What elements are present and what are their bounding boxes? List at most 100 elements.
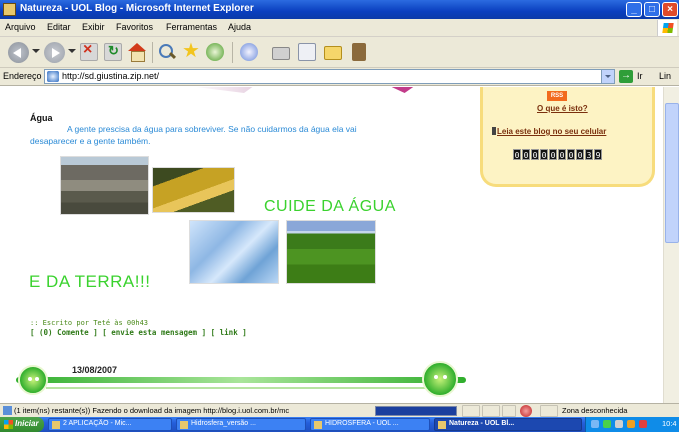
taskbar-item-label: HIDROSFERA - UOL ... (325, 420, 399, 427)
photo-garbage-dump (60, 156, 149, 215)
photo-river (152, 167, 235, 213)
minimize-button[interactable]: _ (626, 2, 642, 17)
volume-icon[interactable] (615, 420, 623, 428)
header-decoration (383, 87, 419, 93)
taskbar-item[interactable]: 2 APLICAÇÃO - Mic... (48, 418, 172, 431)
antivirus-icon[interactable] (627, 420, 635, 428)
folder-icon[interactable] (324, 46, 342, 60)
messenger-tray-icon[interactable] (603, 420, 611, 428)
rss-button[interactable]: RSS (547, 91, 567, 101)
print-icon[interactable] (272, 47, 290, 60)
links-bracket: ] [ (88, 328, 112, 337)
vertical-scrollbar[interactable] (663, 87, 679, 403)
alien-face-icon (422, 361, 458, 397)
taskbar-item-label: Natureza - UOL Bl... (449, 420, 515, 427)
forward-dropdown-icon[interactable] (68, 49, 76, 57)
post-title: Água (30, 113, 53, 123)
menu-editar[interactable]: Editar (47, 22, 71, 32)
mobile-phone-icon (492, 127, 496, 135)
toolbar-separator (232, 42, 233, 63)
word-icon (180, 421, 188, 429)
mobile-blog-link[interactable]: Leia este blog no seu celular (497, 127, 606, 136)
address-input[interactable]: http://sd.giustina.zip.net/ (44, 69, 615, 84)
date-banner: 13/08/2007 (16, 357, 466, 403)
counter-digit: 0 (567, 149, 575, 160)
go-button[interactable]: Ir (637, 71, 643, 81)
counter-digit: 0 (576, 149, 584, 160)
banner-ribbon (46, 387, 426, 389)
status-cell (540, 405, 558, 417)
status-cell (462, 405, 480, 417)
refresh-icon[interactable] (104, 43, 122, 61)
alert-icon[interactable] (639, 420, 647, 428)
post-links: [ (0) Comente ] [ envie esta mensagem ] … (30, 328, 247, 337)
send-message-link[interactable]: envie esta mensagem (111, 328, 197, 337)
scrollbar-thumb[interactable] (665, 103, 679, 243)
history-icon[interactable] (206, 43, 224, 61)
start-button[interactable]: Iniciar (0, 417, 44, 432)
word-icon (52, 421, 60, 429)
network-icon[interactable] (591, 420, 599, 428)
taskbar-item-label: Hidrosfera_versão ... (191, 420, 256, 427)
permalink-link[interactable]: link (220, 328, 238, 337)
title-bar: Natureza - UOL Blog - Microsoft Internet… (0, 0, 679, 19)
page-loading-icon (3, 406, 12, 415)
security-zone-icon (520, 405, 532, 417)
address-dropdown-icon[interactable] (601, 70, 614, 83)
go-arrow-icon[interactable]: → (619, 70, 633, 83)
taskbar-item[interactable]: HIDROSFERA - UOL ... (310, 418, 430, 431)
forward-icon[interactable] (44, 42, 65, 63)
mail-icon[interactable] (240, 43, 258, 61)
taskbar-item-label: 2 APLICAÇÃO - Mic... (63, 420, 132, 427)
close-button[interactable]: × (662, 2, 678, 17)
post-body: A gente prescisa da água para sobreviver… (30, 124, 357, 146)
counter-digit: 0 (522, 149, 530, 160)
status-text: (1 item(ns) restante(s)) Fazendo o downl… (14, 406, 290, 415)
favorites-icon[interactable]: ★ (182, 41, 200, 61)
menu-ajuda[interactable]: Ajuda (228, 22, 251, 32)
banner-ribbon (16, 377, 466, 383)
what-is-rss-link[interactable]: O que é isto? (537, 104, 588, 113)
links-button[interactable]: Lin (659, 71, 671, 81)
start-label: Iniciar (15, 419, 39, 428)
internet-explorer-icon (314, 421, 322, 429)
counter-digit: 3 (585, 149, 593, 160)
windows-logo-icon (4, 420, 13, 429)
menu-ferramentas[interactable]: Ferramentas (166, 22, 217, 32)
page-viewport: Água A gente prescisa da água para sobre… (0, 87, 679, 403)
counter-digit: 0 (549, 149, 557, 160)
toolbar: ★ (0, 37, 679, 68)
counter-digit: 0 (531, 149, 539, 160)
address-url[interactable]: http://sd.giustina.zip.net/ (62, 71, 159, 81)
windows-logo-icon (657, 20, 677, 36)
home-icon[interactable] (128, 43, 146, 62)
security-zone-text: Zona desconhecida (562, 406, 628, 415)
page-icon (47, 71, 59, 82)
post-date: 13/08/2007 (72, 365, 118, 375)
messenger-icon[interactable] (352, 43, 366, 61)
links-bracket: ] [ (197, 328, 220, 337)
photo-water (189, 220, 279, 284)
stop-icon[interactable] (80, 41, 98, 61)
photo-green-field (286, 220, 376, 284)
menu-exibir[interactable]: Exibir (82, 22, 105, 32)
counter-digit: 9 (594, 149, 602, 160)
counter-digit: 0 (540, 149, 548, 160)
menu-favoritos[interactable]: Favoritos (116, 22, 153, 32)
status-cell (502, 405, 516, 417)
counter-digit: 0 (513, 149, 521, 160)
internet-explorer-icon (3, 3, 16, 16)
taskbar-item[interactable]: Hidrosfera_versão ... (176, 418, 306, 431)
links-bracket: [ (0) (30, 328, 58, 337)
back-icon[interactable] (8, 42, 29, 63)
internet-explorer-icon (438, 421, 446, 429)
menu-arquivo[interactable]: Arquivo (5, 22, 36, 32)
maximize-button[interactable]: □ (644, 2, 660, 17)
taskbar-item-active[interactable]: Natureza - UOL Bl... (434, 418, 582, 431)
comments-link[interactable]: Comente (57, 328, 89, 337)
status-bar: (1 item(ns) restante(s)) Fazendo o downl… (0, 403, 679, 417)
search-icon[interactable] (158, 43, 176, 61)
menu-bar: Arquivo Editar Exibir Favoritos Ferramen… (0, 19, 679, 37)
back-dropdown-icon[interactable] (32, 49, 40, 57)
edit-icon[interactable] (298, 43, 316, 61)
